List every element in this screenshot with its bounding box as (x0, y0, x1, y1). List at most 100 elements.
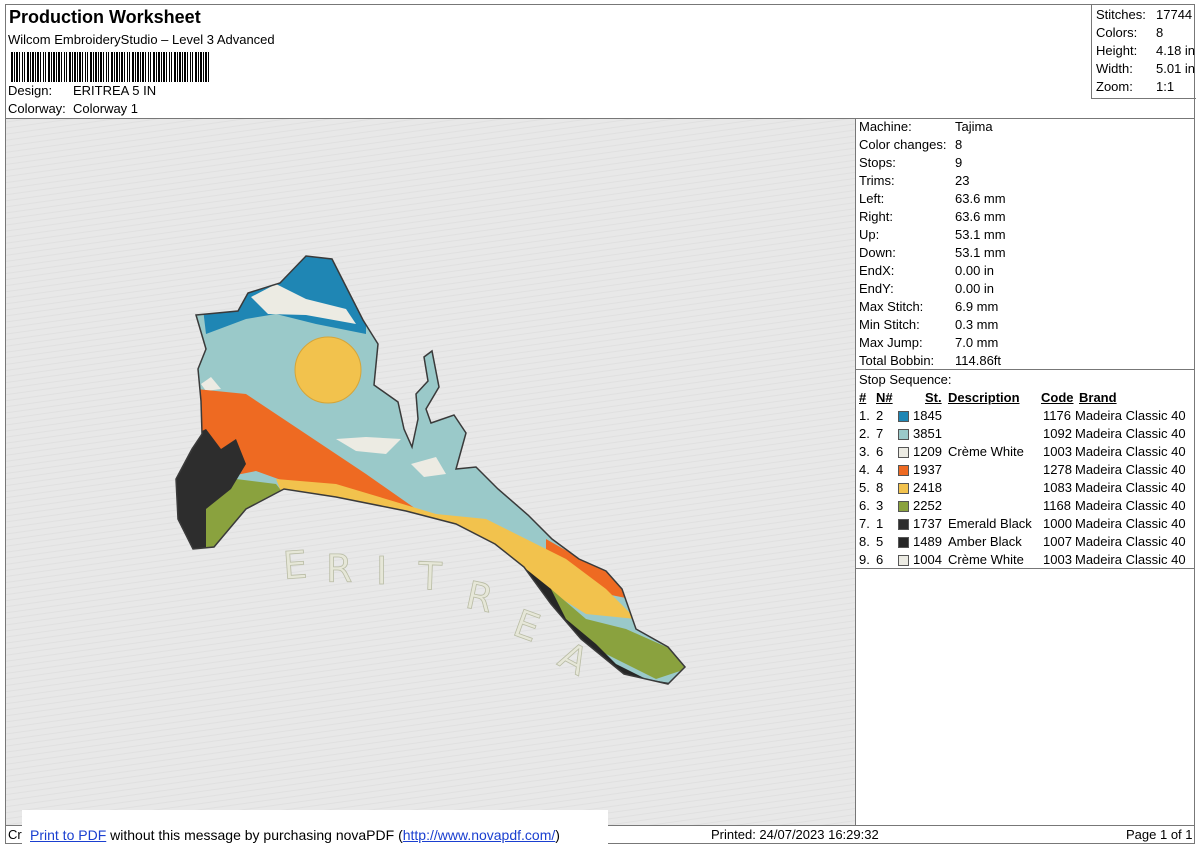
barcode-bar (208, 52, 209, 82)
barcode-bar (56, 52, 57, 82)
barcode-bar (127, 52, 128, 82)
stop-cell-brand: Madeira Classic 40 (1075, 534, 1186, 549)
barcode-bar (64, 52, 65, 82)
machine-info-row: Machine: Tajima (859, 119, 993, 134)
barcode-bar (30, 52, 31, 82)
barcode-bar (177, 52, 178, 82)
machine-info-value: 114.86ft (955, 353, 1002, 368)
barcode-bar (205, 52, 207, 82)
barcode-bar (142, 52, 144, 82)
color-swatch (898, 555, 909, 566)
barcode-bar (72, 52, 73, 82)
stop-cell-num: 1. (859, 408, 870, 423)
machine-info-value: 9 (955, 155, 963, 170)
page-title: Production Worksheet (9, 7, 201, 27)
barcode-bar (35, 52, 36, 82)
barcode-bar (171, 52, 172, 82)
machine-info-label: Right: (859, 209, 893, 224)
stop-cell-n: 1 (876, 516, 884, 531)
stop-cell-n: 3 (876, 498, 884, 513)
stop-cell-code: 1278 (1043, 462, 1072, 477)
col-header-description: Description (948, 390, 1020, 405)
stop-cell-st: 3851 (913, 426, 942, 441)
barcode-bar (61, 52, 62, 82)
printed-timestamp: Printed: 24/07/2023 16:29:32 (711, 827, 879, 842)
stop-cell-brand: Madeira Classic 40 (1075, 462, 1186, 477)
page-number: Page 1 of 1 (1126, 827, 1193, 842)
barcode-bar (45, 52, 46, 82)
novapdf-url-link[interactable]: http://www.novapdf.com/ (403, 827, 556, 843)
stop-cell-st: 1004 (913, 552, 942, 567)
barcode-bar (51, 52, 52, 82)
stop-cell-n: 6 (876, 552, 884, 567)
stop-cell-n: 4 (876, 462, 884, 477)
barcode-bar (132, 52, 134, 82)
color-swatch (898, 447, 909, 458)
stat-zoom: Zoom: 1:1 (1096, 79, 1175, 94)
barcode-bar (140, 52, 141, 82)
barcode-bar (145, 52, 146, 82)
stop-cell-brand: Madeira Classic 40 (1075, 480, 1186, 495)
barcode-bar (27, 52, 29, 82)
machine-info-label: EndX: (859, 263, 895, 278)
machine-info-label: Machine: (859, 119, 912, 134)
barcode-bar (169, 52, 170, 82)
stop-cell-description: Amber Black (948, 534, 1022, 549)
color-swatch (898, 465, 909, 476)
stop-cell-num: 3. (859, 444, 870, 459)
stop-cell-code: 1003 (1043, 552, 1072, 567)
barcode-bar (79, 52, 81, 82)
barcode-bar (58, 52, 60, 82)
barcode-bar (40, 52, 41, 82)
stop-cell-brand: Madeira Classic 40 (1075, 408, 1186, 423)
machine-info-value: 0.00 in (955, 281, 995, 296)
barcode-bar (182, 52, 183, 82)
barcode-bar (111, 52, 113, 82)
stat-height: Height: 4.18 in (1096, 43, 1196, 58)
stop-cell-n: 7 (876, 426, 884, 441)
machine-info-label: Color changes: (859, 137, 947, 152)
barcode-bar (200, 52, 202, 82)
barcode-bar (48, 52, 50, 82)
stop-cell-code: 1007 (1043, 534, 1072, 549)
barcode-bar (166, 52, 167, 82)
col-header-num: # (859, 390, 867, 405)
stop-cell-st: 2252 (913, 498, 942, 513)
barcode-bar (43, 52, 44, 82)
stitched-letter: I (376, 549, 387, 593)
machine-info-row: Max Jump: 7.0 mm (859, 335, 998, 350)
machine-info-value: 0.00 in (955, 263, 995, 278)
stop-cell-brand: Madeira Classic 40 (1075, 552, 1186, 567)
barcode-bar (74, 52, 76, 82)
stop-cell-brand: Madeira Classic 40 (1075, 426, 1186, 441)
machine-info-row: Min Stitch: 0.3 mm (859, 317, 998, 332)
print-to-pdf-link[interactable]: Print to PDF (30, 827, 106, 843)
machine-info-row: Stops: 9 (859, 155, 962, 170)
stop-cell-description: Crème White (948, 444, 1024, 459)
stop-cell-st: 1845 (913, 408, 942, 423)
barcode-bar (85, 52, 86, 82)
machine-info-row: Max Stitch: 6.9 mm (859, 299, 998, 314)
barcode-bar (16, 52, 18, 82)
machine-info-label: Trims: (859, 173, 895, 188)
stop-cell-num: 5. (859, 480, 870, 495)
machine-info-label: EndY: (859, 281, 894, 296)
footer-cr: Cr (8, 827, 22, 842)
barcode-bar (158, 52, 160, 82)
barcode-bar (98, 52, 99, 82)
stop-cell-code: 1092 (1043, 426, 1072, 441)
stop-cell-num: 6. (859, 498, 870, 513)
design-preview: ERITREA (6, 119, 856, 825)
machine-info-label: Down: (859, 245, 896, 260)
stop-cell-code: 1083 (1043, 480, 1072, 495)
stop-cell-n: 8 (876, 480, 884, 495)
machine-info-label: Total Bobbin: (859, 353, 935, 368)
machine-info-value: 63.6 mm (955, 191, 1006, 206)
barcode (11, 52, 209, 82)
barcode-bar (103, 52, 104, 82)
stop-cell-brand: Madeira Classic 40 (1075, 498, 1186, 513)
stop-cell-code: 1003 (1043, 444, 1072, 459)
barcode-bar (148, 52, 149, 82)
stop-cell-n: 5 (876, 534, 884, 549)
machine-info-row: EndX: 0.00 in (859, 263, 994, 278)
